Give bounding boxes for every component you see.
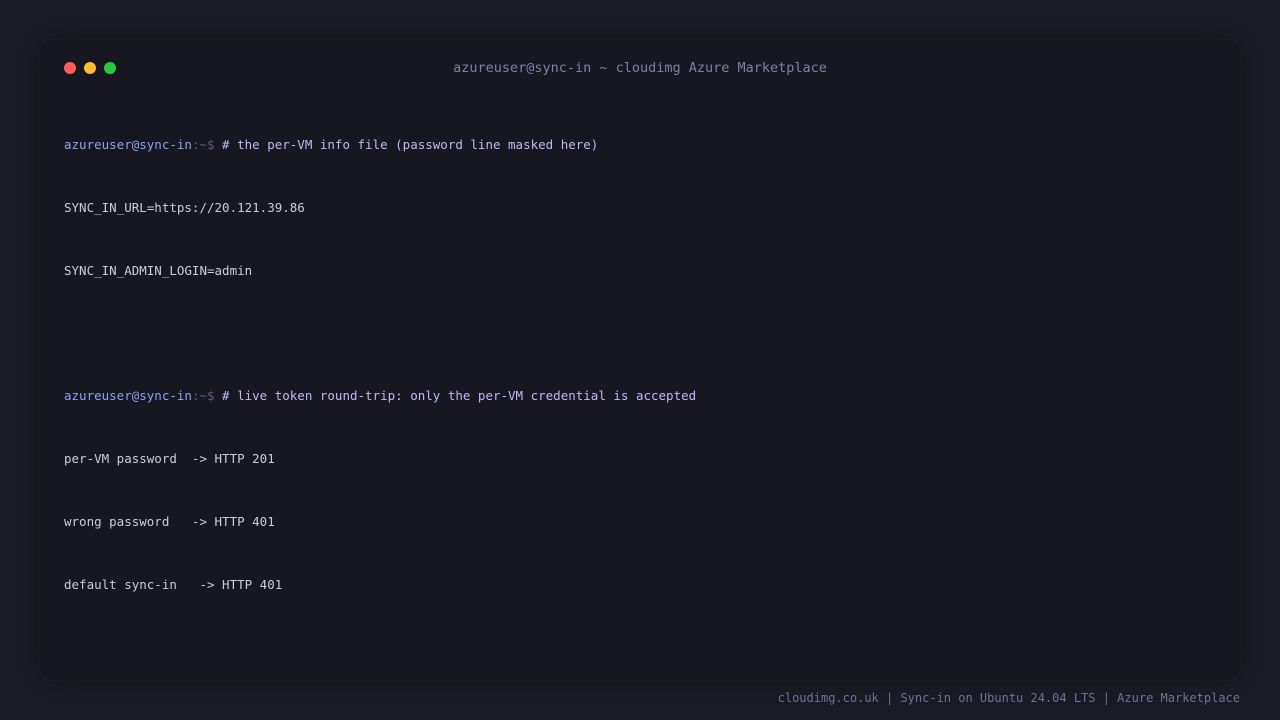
command-text: # live token round-trip: only the per-VM… xyxy=(222,388,697,403)
prompt-path: :~$ xyxy=(191,388,215,403)
prompt-user: azureuser@sync-in xyxy=(64,137,192,152)
window-title: azureuser@sync-in ~ cloudimg Azure Marke… xyxy=(453,60,827,76)
prompt-line: azureuser@sync-in:~$ # the per-VM info f… xyxy=(64,134,1214,155)
output-line: SYNC_IN_ADMIN_LOGIN=admin xyxy=(64,263,253,278)
output-line: SYNC_IN_URL=https://20.121.39.86 xyxy=(64,200,305,215)
prompt-user: azureuser@sync-in xyxy=(64,388,192,403)
terminal-output[interactable]: azureuser@sync-in:~$ # the per-VM info f… xyxy=(64,92,1214,637)
prompt-path: :~$ xyxy=(191,137,215,152)
output-line: default sync-in -> HTTP 401 xyxy=(64,577,283,592)
title-bar: azureuser@sync-in ~ cloudimg Azure Marke… xyxy=(40,40,1240,96)
prompt-line: azureuser@sync-in:~$ # live token round-… xyxy=(64,385,1214,406)
command-text: # the per-VM info file (password line ma… xyxy=(222,137,599,152)
output-line: per-VM password -> HTTP 201 xyxy=(64,451,275,466)
footer-caption: cloudimg.co.uk | Sync-in on Ubuntu 24.04… xyxy=(777,691,1240,705)
output-line: wrong password -> HTTP 401 xyxy=(64,514,275,529)
terminal-window: azureuser@sync-in ~ cloudimg Azure Marke… xyxy=(40,40,1240,680)
